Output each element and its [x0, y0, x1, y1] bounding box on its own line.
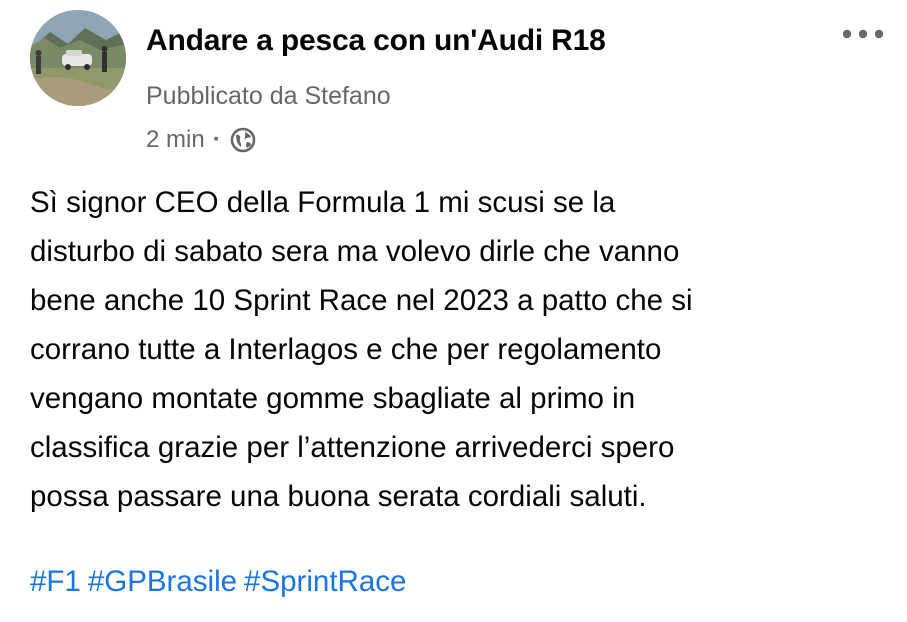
post-body-line: disturbo di sabato sera ma volevo dirle …: [30, 235, 680, 268]
hashtag-link-gpbrasile[interactable]: #GPBrasile: [88, 565, 237, 598]
hashtag-row: #F1 #GPBrasile #SprintRace: [30, 565, 413, 599]
globe-icon[interactable]: [229, 126, 257, 154]
posted-by-byline: Pubblicato da Stefano: [146, 82, 391, 110]
post-meta: 2 min ·: [146, 124, 257, 156]
avatar-photo: [30, 10, 126, 106]
post-body-line: classifica grazie per l’attenzione arriv…: [30, 431, 675, 464]
page-name-link[interactable]: Andare a pesca con un'Audi R18: [146, 24, 606, 58]
hashtag-link-f1[interactable]: #F1: [30, 565, 81, 598]
more-options-button[interactable]: [838, 22, 888, 46]
meta-separator: ·: [212, 126, 221, 153]
post-body-line: vengano montate gomme sbagliate al primo…: [30, 382, 636, 415]
post-body: Sì signor CEO della Formula 1 mi scusi s…: [30, 178, 890, 521]
post-body-line: bene anche 10 Sprint Race nel 2023 a pat…: [30, 284, 693, 317]
post-body-line: possa passare una buona serata cordiali …: [30, 480, 647, 513]
avatar[interactable]: [30, 10, 126, 106]
post-body-line: corrano tutte a Interlagos e che per reg…: [30, 333, 662, 366]
more-options-icon: [842, 29, 884, 39]
post-body-line: Sì signor CEO della Formula 1 mi scusi s…: [30, 186, 616, 219]
hashtag-link-sprintrace[interactable]: #SprintRace: [244, 565, 406, 598]
post-timestamp[interactable]: 2 min: [146, 126, 205, 154]
